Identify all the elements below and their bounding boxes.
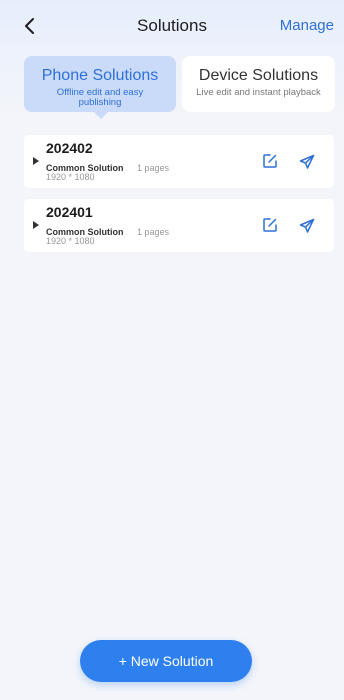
solution-name: 202401 — [46, 204, 93, 220]
tab-subtitle: Offline edit and easy publishing — [56, 87, 144, 108]
solution-pages: 1 pages — [137, 227, 170, 237]
solution-card[interactable]: 202401 Common Solution 1 pages 1920 * 10… — [24, 199, 334, 252]
caret-right-icon[interactable] — [33, 157, 39, 165]
edit-icon[interactable] — [262, 153, 278, 169]
tab-subtitle: Live edit and instant playback — [196, 87, 321, 98]
caret-right-icon[interactable] — [33, 221, 39, 229]
tab-device-solutions[interactable]: Device Solutions Live edit and instant p… — [182, 56, 335, 112]
tab-phone-solutions[interactable]: Phone Solutions Offline edit and easy pu… — [24, 56, 176, 119]
edit-icon[interactable] — [262, 217, 278, 233]
solution-name: 202402 — [46, 140, 93, 156]
manage-button[interactable]: Manage — [280, 17, 334, 34]
solution-type-tabs: Phone Solutions Offline edit and easy pu… — [24, 56, 335, 119]
app-header: Solutions Manage — [0, 0, 344, 52]
send-icon[interactable] — [299, 218, 315, 234]
solution-pages: 1 pages — [137, 163, 170, 173]
solution-resolution: 1920 * 1080 — [46, 172, 95, 182]
new-solution-button[interactable]: + New Solution — [80, 640, 252, 682]
solution-card[interactable]: 202402 Common Solution 1 pages 1920 * 10… — [24, 135, 334, 188]
solution-resolution: 1920 * 1080 — [46, 236, 95, 246]
tab-title: Phone Solutions — [41, 67, 159, 84]
tab-title: Device Solutions — [198, 67, 319, 84]
solution-list: 202402 Common Solution 1 pages 1920 * 10… — [24, 135, 334, 263]
send-icon[interactable] — [299, 154, 315, 170]
